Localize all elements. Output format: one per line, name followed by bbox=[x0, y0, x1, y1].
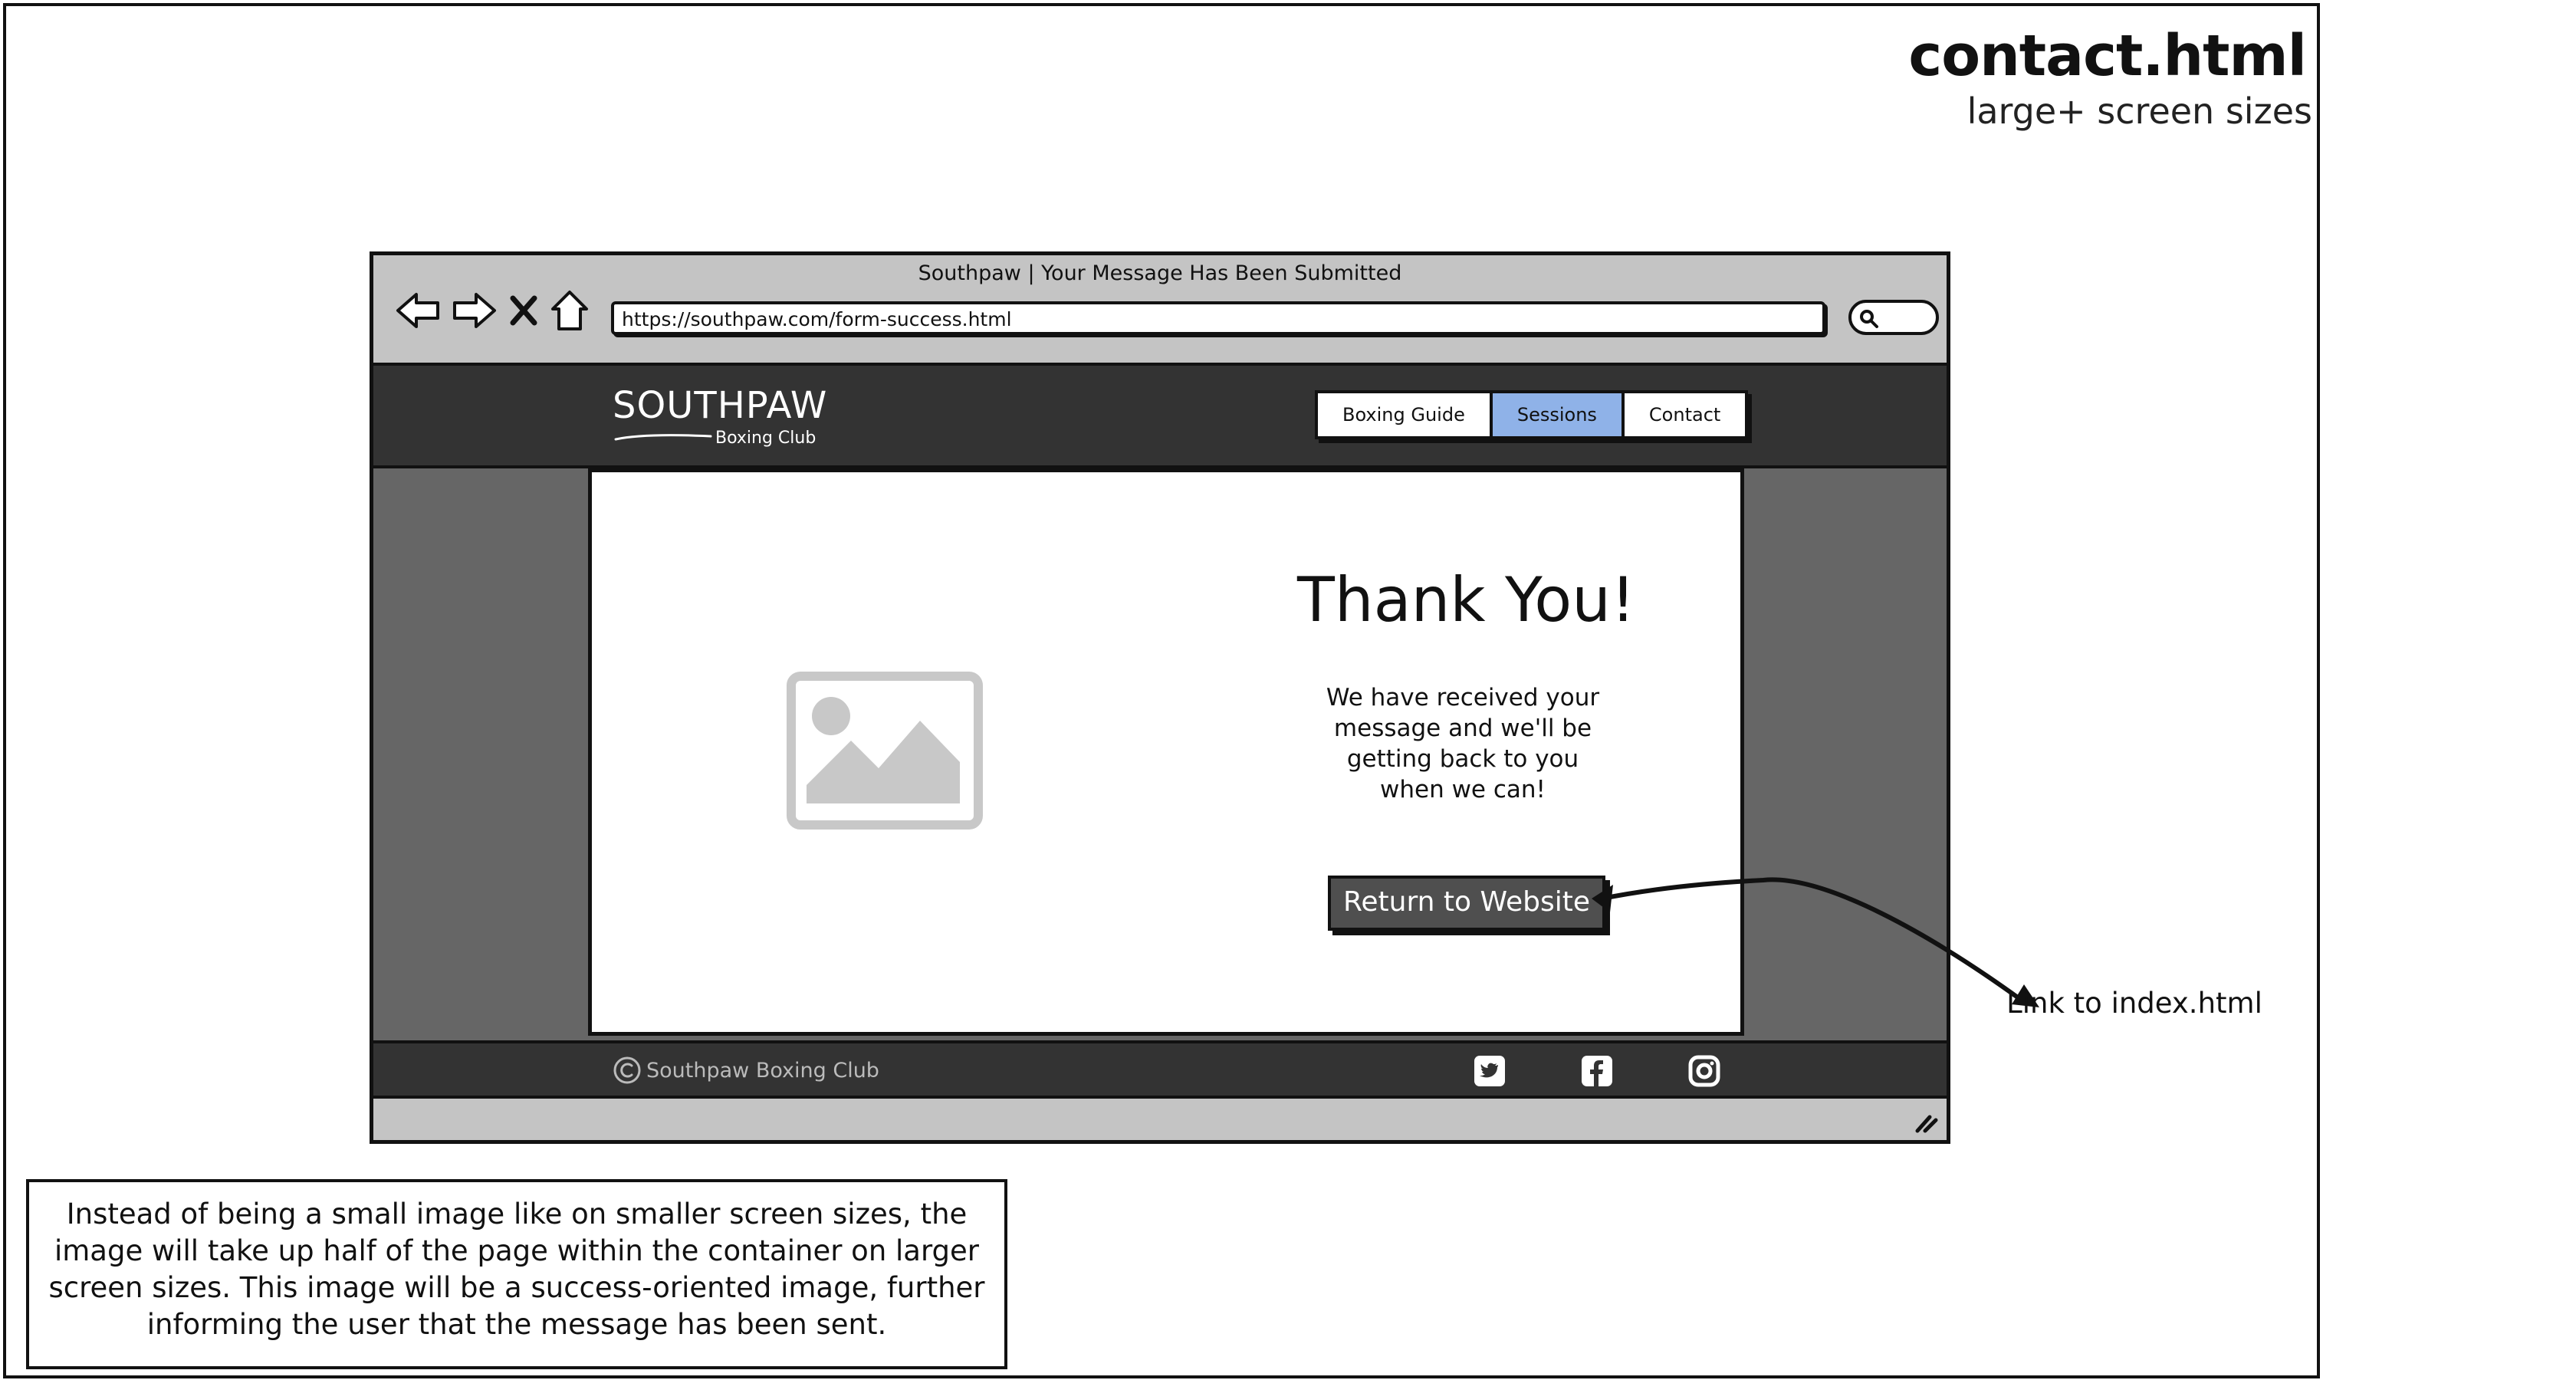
image-note-text: Instead of being a small image like on s… bbox=[48, 1198, 985, 1341]
link-annotation: Link to index.html bbox=[2006, 987, 2262, 1020]
annotation-arrow bbox=[1592, 877, 2039, 1007]
image-note-box: Instead of being a small image like on s… bbox=[26, 1179, 1007, 1369]
